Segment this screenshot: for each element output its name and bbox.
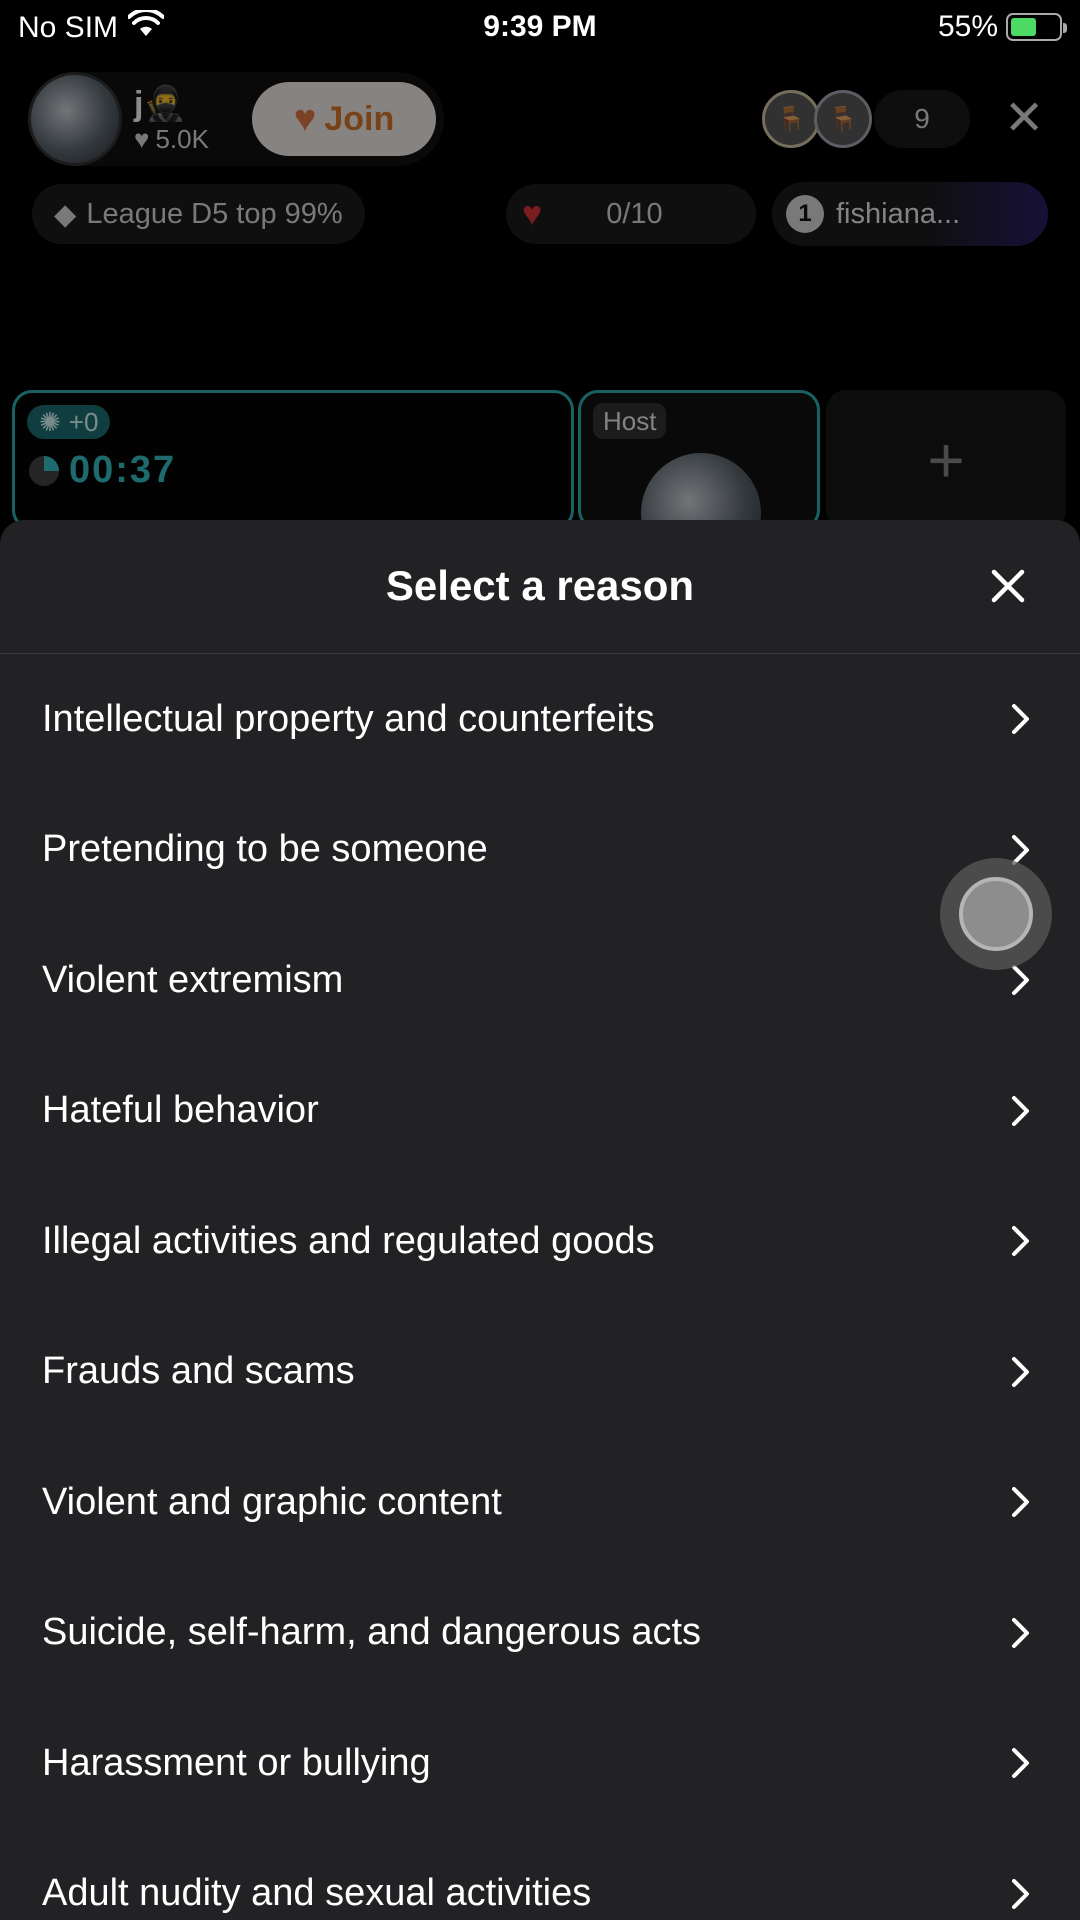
host-info: j🥷 ♥ 5.0K: [134, 84, 230, 155]
add-guest-button[interactable]: +: [826, 390, 1066, 530]
reason-item[interactable]: Violent extremism: [0, 915, 1080, 1046]
reason-item[interactable]: Adult nudity and sexual activities: [0, 1829, 1080, 1920]
report-reason-sheet: Select a reason Intellectual property an…: [0, 520, 1080, 1920]
host-slot-avatar: [641, 453, 761, 527]
reason-label: Hateful behavior: [42, 1089, 319, 1132]
reason-label: Suicide, self-harm, and dangerous acts: [42, 1611, 702, 1654]
reason-label: Pretending to be someone: [42, 828, 488, 871]
reason-item[interactable]: Frauds and scams: [0, 1307, 1080, 1438]
battery-fill: [1011, 18, 1037, 36]
viewer-group[interactable]: 🪑 🪑 9: [762, 90, 970, 148]
host-likes: ♥ 5.0K: [134, 124, 230, 155]
chevron-right-icon: [1004, 1224, 1038, 1258]
battery-charging-icon: [1006, 13, 1067, 41]
battery-percent: 55%: [937, 10, 998, 43]
chevron-right-icon: [1004, 1877, 1038, 1911]
chevron-right-icon: [1004, 702, 1038, 736]
reason-label: Frauds and scams: [42, 1350, 355, 1393]
chevron-right-icon: [1004, 1355, 1038, 1389]
gift-progress: 0/10: [606, 197, 663, 230]
reason-label: Intellectual property and counterfeits: [42, 697, 655, 740]
plus-icon: +: [927, 424, 965, 496]
close-icon: [991, 569, 1025, 603]
rank-pill[interactable]: 1 fishiana...: [772, 182, 1048, 246]
battle-slot-main: ✺ +0 00:37: [12, 390, 574, 530]
carrier-label: No SIM: [18, 11, 119, 44]
league-label: League D5 top 99%: [86, 197, 343, 230]
status-left: No SIM: [18, 7, 166, 46]
sheet-header: Select a reason: [0, 520, 1080, 654]
score-value: +0: [68, 406, 99, 437]
reason-label: Violent and graphic content: [42, 1480, 502, 1523]
viewer-avatar[interactable]: 🪑: [814, 90, 872, 148]
reason-item[interactable]: Pretending to be someone: [0, 785, 1080, 916]
heart-plus-icon: ♥: [293, 97, 317, 140]
host-avatar[interactable]: [28, 72, 122, 166]
wifi-icon: [127, 7, 166, 46]
reason-label: Illegal activities and regulated goods: [42, 1219, 655, 1262]
screen: No SIM 9:39 PM 55% j🥷 ♥ 5.0K ♥ Join 🪑 🪑 …: [0, 0, 1080, 1920]
heart-icon: ♥: [522, 194, 543, 233]
host-tag: Host: [593, 403, 667, 439]
chevron-right-icon: [1004, 1485, 1038, 1519]
battle-timer: 00:37: [29, 449, 176, 492]
reason-item[interactable]: Violent and graphic content: [0, 1437, 1080, 1568]
status-right: 55%: [937, 10, 1067, 44]
sheet-title: Select a reason: [385, 562, 695, 609]
close-button[interactable]: [980, 558, 1036, 614]
host-slot[interactable]: Host: [578, 390, 820, 530]
viewer-count[interactable]: 9: [874, 90, 970, 148]
chevron-right-icon: [1004, 1746, 1038, 1780]
gear-icon: ✺: [39, 406, 61, 437]
diamond-icon: ◆: [54, 198, 77, 231]
reason-label: Violent extremism: [42, 958, 344, 1001]
reason-item[interactable]: Suicide, self-harm, and dangerous acts: [0, 1568, 1080, 1699]
viewer-avatar[interactable]: 🪑: [762, 90, 820, 148]
reason-item[interactable]: Hateful behavior: [0, 1046, 1080, 1177]
reason-item[interactable]: Illegal activities and regulated goods: [0, 1176, 1080, 1307]
timer-value: 00:37: [69, 449, 177, 491]
host-likes-count: 5.0K: [155, 123, 209, 154]
reason-label: Adult nudity and sexual activities: [42, 1872, 592, 1915]
host-pill[interactable]: j🥷 ♥ 5.0K ♥ Join: [28, 72, 444, 166]
reason-item[interactable]: Harassment or bullying: [0, 1698, 1080, 1829]
reason-label: Harassment or bullying: [42, 1741, 431, 1784]
status-bar: No SIM 9:39 PM 55%: [0, 0, 1080, 56]
rank-user: fishiana...: [836, 197, 961, 230]
timer-icon: [29, 455, 59, 486]
league-pill[interactable]: ◆ League D5 top 99%: [32, 184, 365, 244]
chevron-right-icon: [1004, 1094, 1038, 1128]
score-badge: ✺ +0: [27, 405, 111, 439]
assistive-touch-button[interactable]: [940, 858, 1052, 970]
seat-icon: 🪑: [828, 105, 858, 133]
reason-item[interactable]: Intellectual property and counterfeits: [0, 654, 1080, 785]
rank-number: 1: [786, 195, 824, 233]
chevron-right-icon: [1004, 1616, 1038, 1650]
join-label: Join: [324, 99, 395, 138]
host-name: j🥷: [134, 84, 186, 123]
gift-goal-pill[interactable]: ♥ 0/10: [506, 184, 756, 244]
join-button[interactable]: ♥ Join: [252, 82, 436, 156]
close-icon[interactable]: ✕: [1004, 95, 1044, 143]
heart-icon: ♥: [134, 123, 150, 154]
seat-icon: 🪑: [776, 105, 806, 133]
reason-list: Intellectual property and counterfeits Pr…: [0, 654, 1080, 1920]
assistive-touch-inner: [959, 877, 1033, 951]
